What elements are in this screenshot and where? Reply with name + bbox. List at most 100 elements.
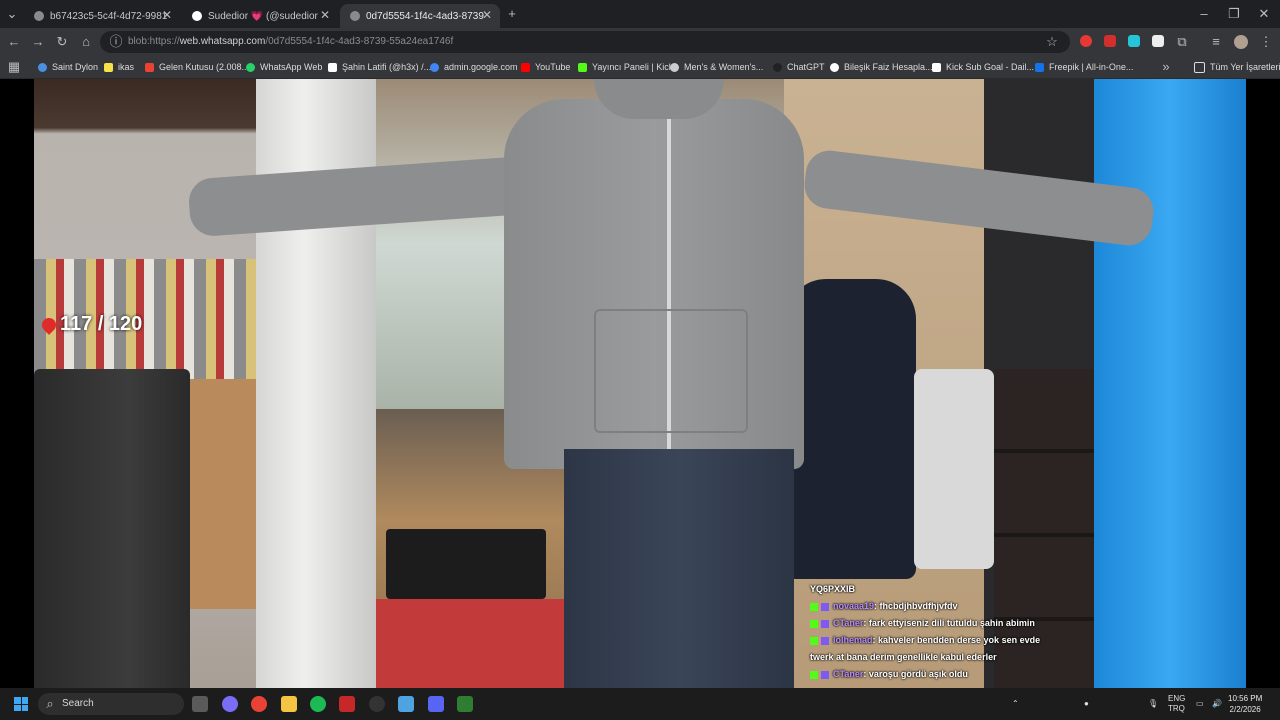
bookmark-star-icon[interactable]: ☆	[1044, 34, 1060, 50]
task-view-icon[interactable]	[192, 696, 208, 712]
taskbar-search[interactable]: ⌕ Search	[38, 693, 184, 715]
bookmark-item[interactable]: Gelen Kutusu (2.008...	[145, 60, 249, 74]
chevron-right-icon[interactable]: »	[1158, 59, 1174, 75]
browser-toolbar: ← → ↻ ⌂ ⓘ blob:https://web.whatsapp.com/…	[0, 28, 1280, 56]
bookmark-item[interactable]: Kick Sub Goal - Dail...	[932, 60, 1034, 74]
tab-strip: ⌄ b67423c5-5c4f-4d72-9981-187 ✕ Sudedior…	[0, 0, 1280, 28]
address-bar[interactable]: ⓘ blob:https://web.whatsapp.com/0d7d5554…	[100, 31, 1070, 53]
kick-badge-icon	[810, 670, 818, 679]
sub-badge-icon	[821, 636, 829, 645]
steam-icon[interactable]: ●	[1084, 699, 1089, 708]
spotify-icon[interactable]	[310, 696, 326, 712]
volume-icon[interactable]: 🔊	[1212, 699, 1222, 708]
chatgpt-icon	[773, 62, 782, 72]
bookmark-favicon-icon	[670, 62, 679, 72]
chat-message: twerk at bana derim genellikle kabul ede…	[810, 652, 997, 662]
all-bookmarks-folder[interactable]: Tüm Yer İşaretleri	[1194, 60, 1280, 74]
reload-icon[interactable]: ↻	[54, 34, 70, 50]
profile-avatar[interactable]	[1234, 35, 1248, 49]
close-icon[interactable]: ✕	[162, 8, 172, 22]
person	[594, 309, 748, 433]
gmail-icon	[145, 62, 154, 72]
counter-overlay: 117 / 120	[39, 313, 143, 336]
restore-icon[interactable]: ❐	[1226, 6, 1242, 22]
x-icon	[328, 62, 337, 72]
app-icon[interactable]	[369, 696, 385, 712]
search-icon: ⌕	[46, 696, 54, 711]
bookmark-item[interactable]: Yayıncı Paneli | Kick	[578, 60, 673, 74]
tab-3-active[interactable]: 0d7d5554-1f4c-4ad3-8739-55a ✕	[340, 4, 500, 28]
network-icon[interactable]: ▭	[1196, 699, 1204, 708]
video-player[interactable]: 117 / 120 YQ6PXXIB novaaa19: fhcbdjhbvdf…	[34, 79, 1246, 688]
new-tab-plus-icon[interactable]: +	[504, 6, 520, 22]
bookmark-item[interactable]: Freepik | All-in-One...	[1035, 60, 1133, 74]
scene-background	[786, 279, 916, 579]
kick-icon	[192, 11, 202, 21]
extensions-puzzle-icon[interactable]: ⧉	[1174, 34, 1190, 50]
scene-background	[376, 599, 566, 688]
person	[564, 449, 794, 688]
close-icon[interactable]: ✕	[320, 8, 330, 22]
close-icon[interactable]: ✕	[482, 8, 492, 22]
home-icon[interactable]: ⌂	[78, 34, 94, 50]
app-icon[interactable]	[398, 696, 414, 712]
chat-overlay: YQ6PXXIB novaaa19: fhcbdjhbvdfhjvfdv CTa…	[810, 581, 1110, 683]
tab-1[interactable]: b67423c5-5c4f-4d72-9981-187 ✕	[24, 4, 180, 28]
chrome-icon[interactable]	[251, 696, 267, 712]
tab-title: Sudedior 💗 (@sudedior	[208, 10, 318, 22]
menu-kebab-icon[interactable]: ⋮	[1258, 34, 1274, 50]
file-explorer-icon[interactable]	[281, 696, 297, 712]
freepik-icon	[1035, 62, 1044, 72]
apps-grid-icon[interactable]: ▦	[6, 59, 22, 75]
extension-icon[interactable]	[1080, 35, 1092, 47]
copilot-icon[interactable]	[222, 696, 238, 712]
mic-icon[interactable]: 🎙	[1148, 699, 1158, 708]
globe-icon	[350, 11, 360, 21]
tab-2[interactable]: Sudedior 💗 (@sudedior ✕	[182, 4, 338, 28]
bookmark-item[interactable]: WhatsApp Web	[246, 60, 322, 74]
lang-indicator[interactable]: ENG TRQ	[1168, 694, 1185, 714]
location-pin-icon	[39, 314, 59, 335]
bookmark-item[interactable]: Şahin Latifi (@h3x) /...	[328, 60, 431, 74]
tab-search-chevron-icon[interactable]: ⌄	[4, 6, 20, 22]
bookmark-favicon-icon	[932, 62, 941, 72]
extension-icon[interactable]	[1128, 35, 1140, 47]
sub-badge-icon	[821, 670, 829, 679]
reading-list-icon[interactable]: ≡	[1208, 34, 1224, 50]
bookmark-item[interactable]: YouTube	[521, 60, 570, 74]
bookmark-item[interactable]: Bileşik Faiz Hesapla...	[830, 60, 933, 74]
bookmark-item[interactable]: Men's & Women's...	[670, 60, 763, 74]
site-info-icon[interactable]: ⓘ	[108, 34, 124, 50]
bookmark-item[interactable]: admin.google.com	[430, 60, 518, 74]
sub-badge-icon	[821, 619, 829, 628]
youtube-icon	[521, 62, 530, 72]
extension-icon[interactable]	[1104, 35, 1116, 47]
globe-icon	[34, 11, 44, 21]
taskbar: ⌕ Search ⌃ ● 🎙 ENG TRQ ▭ 🔊 10:56 PM 2/2/2…	[0, 688, 1280, 720]
url-text: blob:https://web.whatsapp.com/0d7d5554-1…	[128, 36, 454, 47]
forward-arrow-icon[interactable]: →	[30, 34, 46, 50]
discord-icon[interactable]	[428, 696, 444, 712]
person	[594, 79, 724, 119]
app-icon[interactable]	[339, 696, 355, 712]
bookmark-item[interactable]: ChatGPT	[773, 60, 825, 74]
counter-text: 117 / 120	[60, 313, 143, 335]
windows-start-icon[interactable]	[14, 697, 28, 711]
scene-background	[1094, 79, 1246, 688]
minimize-icon[interactable]: –	[1196, 6, 1212, 22]
tray-chevron-icon[interactable]: ⌃	[1012, 699, 1019, 708]
bookmark-item[interactable]: Saint Dylon	[38, 60, 98, 74]
back-arrow-icon[interactable]: ←	[6, 34, 22, 50]
bookmark-item[interactable]: ikas	[104, 60, 134, 74]
scene-background	[190, 379, 256, 609]
google-icon	[430, 62, 439, 72]
bookmark-favicon-icon	[104, 62, 113, 72]
folder-icon	[1194, 61, 1205, 73]
taskbar-clock[interactable]: 10:56 PM 2/2/2026	[1228, 693, 1262, 715]
extension-icon[interactable]	[1152, 35, 1164, 47]
close-window-icon[interactable]: ✕	[1256, 6, 1272, 22]
terminal-icon[interactable]	[457, 696, 473, 712]
chat-message: lolhemad: kahveler bendden derse yok sen…	[810, 632, 1110, 649]
whatsapp-icon	[246, 62, 255, 72]
chat-message: CTaner: fark ettyiseniz dili tutuldu şah…	[810, 615, 1110, 632]
